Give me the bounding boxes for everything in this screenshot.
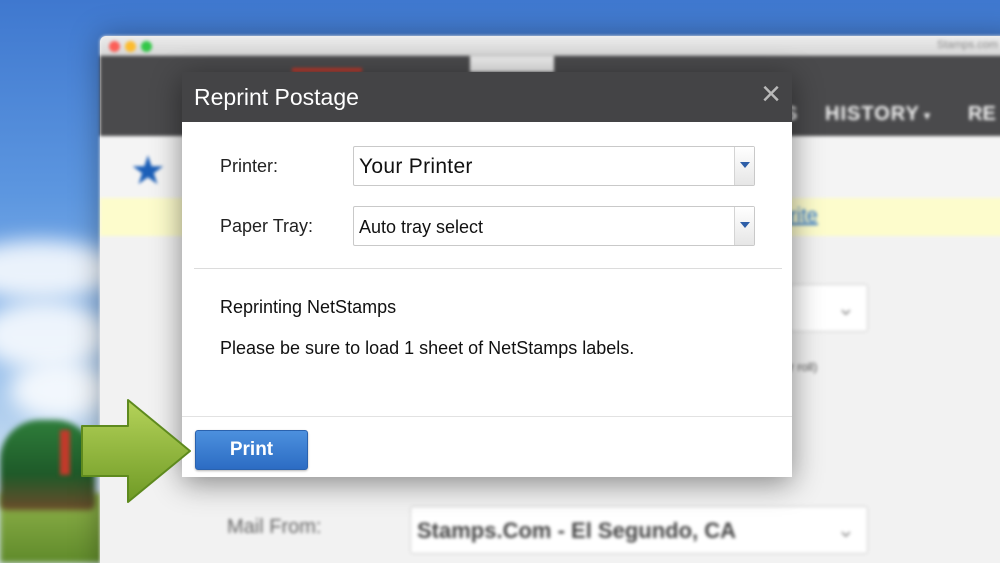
dialog-header: Reprint Postage × bbox=[182, 72, 792, 122]
favorite-link[interactable]: rite bbox=[790, 205, 818, 228]
nav-active-tab[interactable] bbox=[470, 56, 554, 72]
close-window-button[interactable] bbox=[109, 41, 120, 52]
paper-tray-row: Paper Tray: Auto tray select bbox=[182, 206, 792, 246]
mail-from-label: Mail From: bbox=[227, 516, 322, 538]
paper-tray-label: Paper Tray: bbox=[220, 216, 314, 236]
nav-item-more[interactable]: RE bbox=[968, 103, 996, 126]
info-text: Please be sure to load 1 sheet of NetSta… bbox=[220, 338, 635, 358]
arrow-right-icon bbox=[81, 399, 191, 503]
reprint-postage-dialog: Reprint Postage × Printer: Your Printer … bbox=[182, 72, 792, 477]
dialog-divider bbox=[194, 268, 782, 269]
footer-divider bbox=[182, 416, 792, 417]
background-note: r roll) bbox=[790, 360, 818, 374]
printer-row: Printer: Your Printer bbox=[182, 146, 792, 186]
printer-label: Printer: bbox=[220, 156, 279, 176]
chevron-down-icon[interactable] bbox=[734, 207, 754, 245]
browser-title-url: Stamps.com bbox=[936, 39, 998, 51]
mail-from-value: Stamps.Com - El Segundo, CA bbox=[417, 518, 737, 543]
chevron-down-icon[interactable] bbox=[734, 147, 754, 185]
chevron-down-icon: ⌄ bbox=[836, 517, 855, 542]
paper-tray-select[interactable]: Auto tray select bbox=[353, 206, 755, 246]
info-heading: Reprinting NetStamps bbox=[220, 297, 397, 317]
background-select[interactable]: ⌄ bbox=[790, 284, 868, 332]
nav-history-label: HISTORY bbox=[825, 103, 920, 125]
mail-from-select[interactable]: Stamps.Com - El Segundo, CA ⌄ bbox=[410, 506, 868, 554]
mailbox-flag bbox=[60, 430, 70, 475]
zoom-window-button[interactable] bbox=[141, 41, 152, 52]
close-icon[interactable]: × bbox=[758, 77, 784, 111]
chevron-down-icon: ▾ bbox=[923, 108, 932, 123]
printer-select-value: Your Printer bbox=[359, 155, 473, 178]
browser-titlebar: Stamps.com bbox=[100, 36, 1000, 56]
minimize-window-button[interactable] bbox=[125, 41, 136, 52]
chevron-down-icon: ⌄ bbox=[836, 295, 855, 320]
print-button[interactable]: Print bbox=[195, 430, 308, 470]
nav-item-history[interactable]: HISTORY ▾ bbox=[825, 103, 931, 126]
star-icon[interactable]: ★ bbox=[130, 148, 166, 194]
paper-tray-select-value: Auto tray select bbox=[359, 217, 484, 237]
dialog-title: Reprint Postage bbox=[194, 84, 359, 110]
printer-select[interactable]: Your Printer bbox=[353, 146, 755, 186]
